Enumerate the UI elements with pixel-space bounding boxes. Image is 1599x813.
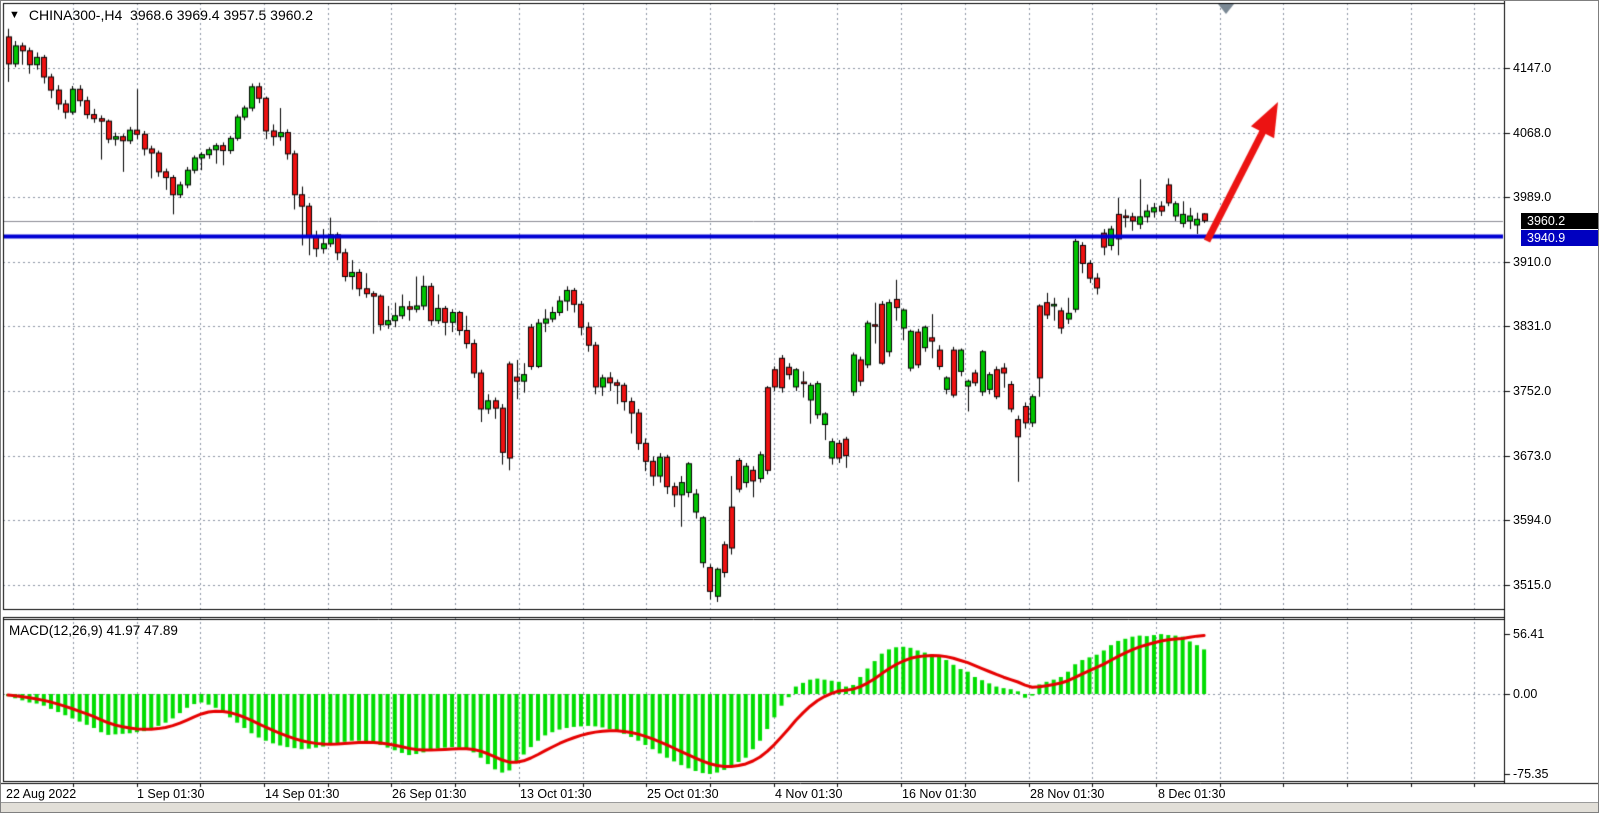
price-tick-label: 3673.0 (1513, 449, 1593, 463)
time-tick-label: 14 Sep 01:30 (265, 787, 339, 801)
chart-window: ▼ CHINA300-,H4 3968.6 3969.4 3957.5 3960… (0, 0, 1599, 813)
macd-indicator-label: MACD(12,26,9) 41.97 47.89 (9, 623, 178, 638)
price-tick-label: 3910.0 (1513, 255, 1593, 269)
price-tick-label: 3515.0 (1513, 578, 1593, 592)
trend-arrow[interactable] (1199, 93, 1289, 248)
price-tick-label: 4147.0 (1513, 61, 1593, 75)
symbol-title-text: CHINA300-,H4 3968.6 3969.4 3957.5 3960.2 (29, 7, 313, 23)
price-tick-label: 3752.0 (1513, 384, 1593, 398)
time-tick-label: 13 Oct 01:30 (520, 787, 592, 801)
chart-canvas[interactable] (1, 1, 1599, 813)
time-tick-label: 1 Sep 01:30 (137, 787, 204, 801)
symbol-title: ▼ CHINA300-,H4 3968.6 3969.4 3957.5 3960… (9, 7, 313, 23)
price-tick-label: 3989.0 (1513, 190, 1593, 204)
time-tick-label: 22 Aug 2022 (6, 787, 76, 801)
time-tick-label: 4 Nov 01:30 (775, 787, 842, 801)
time-tick-label: 28 Nov 01:30 (1030, 787, 1104, 801)
window-bottom-edge (1, 802, 1599, 813)
macd-tick-label: 56.41 (1513, 627, 1593, 641)
time-tick-label: 8 Dec 01:30 (1158, 787, 1225, 801)
shift-marker-icon (1217, 3, 1235, 15)
support-line-price-box: 3940.9 (1521, 230, 1599, 246)
price-tick-label: 4068.0 (1513, 126, 1593, 140)
current-price-box: 3960.2 (1521, 213, 1599, 229)
macd-tick-label: -75.35 (1513, 767, 1593, 781)
macd-tick-label: 0.00 (1513, 687, 1593, 701)
time-tick-label: 25 Oct 01:30 (647, 787, 719, 801)
price-tick-label: 3831.0 (1513, 319, 1593, 333)
time-tick-label: 16 Nov 01:30 (902, 787, 976, 801)
time-tick-label: 26 Sep 01:30 (392, 787, 466, 801)
price-tick-label: 3594.0 (1513, 513, 1593, 527)
symbol-dropdown-icon: ▼ (9, 8, 20, 22)
